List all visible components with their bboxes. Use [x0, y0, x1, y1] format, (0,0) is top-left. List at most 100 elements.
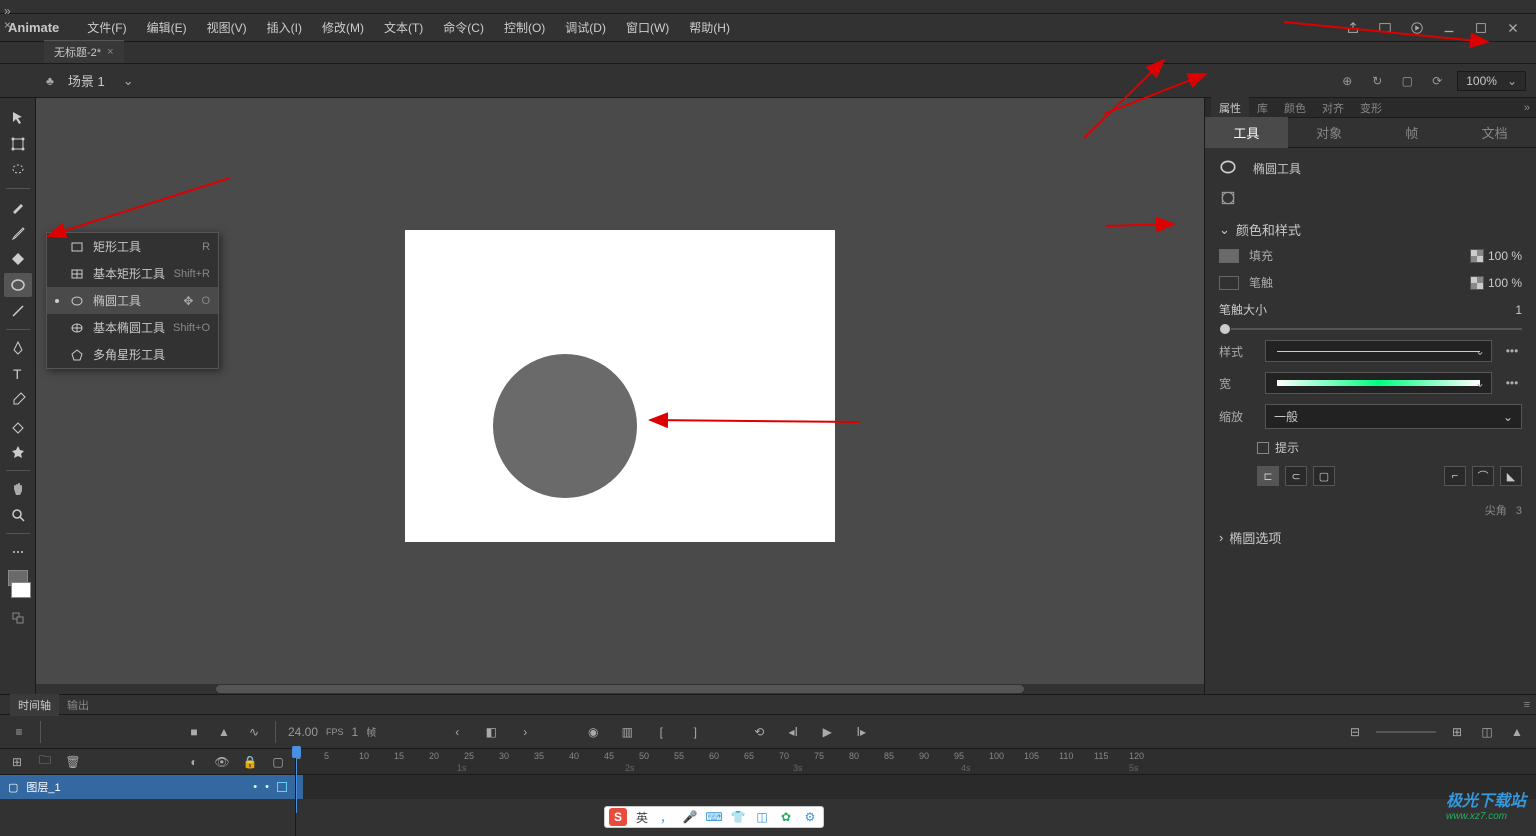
loop-icon[interactable]: ⟲ [750, 723, 768, 741]
stroke-size-value[interactable]: 1 [1515, 303, 1522, 317]
rectangle-tool-option[interactable]: 矩形工具 R [47, 233, 218, 260]
panel-expand-icon[interactable]: » [1524, 102, 1536, 114]
scene-selector[interactable]: 场景 1 ⌄ [68, 71, 134, 90]
primitive-rect-tool-option[interactable]: 基本矩形工具 Shift+R [47, 260, 218, 287]
menu-file[interactable]: 文件(F) [77, 19, 136, 36]
layer-dot-icon[interactable]: • [253, 781, 257, 793]
tab-object[interactable]: 对象 [1288, 117, 1371, 148]
minimize-icon[interactable] [1442, 21, 1456, 35]
close-icon[interactable] [1506, 21, 1520, 35]
zoom-dropdown[interactable]: 100% ⌄ [1457, 71, 1526, 91]
menu-command[interactable]: 命令(C) [433, 19, 494, 36]
align-tab[interactable]: 对齐 [1314, 97, 1352, 119]
color-swatches[interactable] [5, 570, 31, 598]
scale-dropdown[interactable]: 一般 ⌄ [1265, 404, 1522, 429]
fill-alpha-value[interactable]: 100 % [1488, 249, 1522, 263]
width-profile-dropdown[interactable]: ⌄ [1265, 372, 1492, 394]
fit-timeline-icon[interactable]: ◫ [1478, 723, 1496, 741]
tab-document[interactable]: 文档 [1453, 117, 1536, 148]
ime-punct-icon[interactable]: ， [657, 808, 675, 826]
eraser-tool[interactable] [4, 414, 32, 438]
panel-collapse-icon[interactable]: ≡ [1524, 699, 1536, 711]
hand-tool[interactable] [4, 477, 32, 501]
cap-round-button[interactable]: ⊂ [1285, 466, 1307, 486]
join-bevel-button[interactable]: ◣ [1500, 466, 1522, 486]
menu-control[interactable]: 控制(O) [494, 19, 555, 36]
ime-toolbar[interactable]: S 英 ， 🎤 ⌨ 👕 ◫ ✿ ⚙ [604, 806, 824, 828]
zoom-in-timeline-icon[interactable]: ⊞ [1448, 723, 1466, 741]
scene-icon[interactable]: ♣ [46, 74, 54, 88]
stage-area[interactable] [36, 98, 1204, 694]
layer-row[interactable]: ▢ 图层_1 • • [0, 775, 295, 799]
more-options-icon[interactable]: ••• [1502, 376, 1522, 390]
tab-close-icon[interactable]: × [107, 46, 113, 58]
lock-column-icon[interactable]: 🔒 [241, 753, 259, 771]
free-transform-tool[interactable] [4, 132, 32, 156]
onion-skin-icon[interactable]: ◉ [584, 723, 602, 741]
layer-name[interactable]: 图层_1 [26, 779, 60, 795]
new-layer-icon[interactable]: ⊞ [8, 753, 26, 771]
maximize-icon[interactable] [1474, 21, 1488, 35]
menu-help[interactable]: 帮助(H) [679, 19, 740, 36]
stroke-style-dropdown[interactable]: ⌄ [1265, 340, 1492, 362]
pen-tool[interactable] [4, 336, 32, 360]
library-tab[interactable]: 库 [1249, 97, 1276, 119]
corner-value[interactable]: 3 [1516, 505, 1522, 517]
play-preview-icon[interactable] [1410, 21, 1424, 35]
sogou-logo-icon[interactable]: S [609, 808, 627, 826]
timeline-frames[interactable]: 1510152025303540455055606570758085909510… [296, 749, 1536, 836]
join-round-button[interactable]: ⌒ [1472, 466, 1494, 486]
marker-b-icon[interactable]: ] [686, 723, 704, 741]
visibility-column-icon[interactable]: 👁 [213, 753, 231, 771]
ime-mic-icon[interactable]: 🎤 [681, 808, 699, 826]
rotate-view-icon[interactable]: ↻ [1367, 71, 1387, 91]
ime-toolbox-icon[interactable]: ◫ [753, 808, 771, 826]
menu-edit[interactable]: 编辑(E) [137, 19, 197, 36]
text-tool[interactable]: T [4, 362, 32, 386]
cap-square-button[interactable]: ▢ [1313, 466, 1335, 486]
prev-keyframe-icon[interactable]: ‹ [448, 723, 466, 741]
document-tab[interactable]: 无标题-2* × [44, 40, 124, 63]
layer-frames-row[interactable] [296, 775, 1536, 799]
swap-colors-icon[interactable] [4, 606, 32, 630]
more-tools-icon[interactable] [4, 540, 32, 564]
menu-window[interactable]: 窗口(W) [616, 19, 679, 36]
ime-keyboard-icon[interactable]: ⌨ [705, 808, 723, 826]
zoom-out-timeline-icon[interactable]: ⊟ [1346, 723, 1364, 741]
pin-tool[interactable] [4, 440, 32, 464]
highlight-icon[interactable]: ◐ [185, 753, 203, 771]
transform-tab[interactable]: 变形 [1352, 97, 1390, 119]
tab-timeline[interactable]: 时间轴 [10, 694, 59, 716]
more-options-icon[interactable]: ••• [1502, 344, 1522, 358]
cap-butt-button[interactable]: ⊏ [1257, 466, 1279, 486]
object-drawing-icon[interactable] [1219, 189, 1237, 210]
lasso-tool[interactable] [4, 158, 32, 182]
menu-debug[interactable]: 调试(D) [555, 19, 616, 36]
ime-settings-icon[interactable]: ⚙ [801, 808, 819, 826]
tab-tool[interactable]: 工具 [1205, 117, 1288, 148]
tab-output[interactable]: 输出 [59, 694, 97, 716]
clip-icon[interactable]: ▢ [1397, 71, 1417, 91]
timeline-ruler[interactable]: 1510152025303540455055606570758085909510… [296, 749, 1536, 775]
play-icon[interactable]: ▶ [818, 723, 836, 741]
camera-icon[interactable]: ■ [185, 723, 203, 741]
line-tool[interactable] [4, 299, 32, 323]
timeline-zoom-slider[interactable] [1376, 731, 1436, 733]
oval-shape-tool[interactable] [4, 273, 32, 297]
step-back-icon[interactable]: ◂Ⅰ [784, 723, 802, 741]
edit-multi-icon[interactable]: ▥ [618, 723, 636, 741]
horizontal-scrollbar[interactable] [36, 684, 1204, 694]
insert-keyframe-icon[interactable]: ◧ [482, 723, 500, 741]
outline-column-icon[interactable]: ▢ [269, 753, 287, 771]
layer-depth-icon[interactable]: ▲ [215, 723, 233, 741]
fps-value[interactable]: 24.00 [288, 725, 318, 739]
ime-emoji-icon[interactable]: ✿ [777, 808, 795, 826]
ellipse-options-section[interactable]: › 椭圆选项 [1219, 528, 1522, 547]
ime-skin-icon[interactable]: 👕 [729, 808, 747, 826]
pencil-tool[interactable] [4, 221, 32, 245]
stroke-swatch[interactable] [1219, 276, 1239, 290]
menu-text[interactable]: 文本(T) [374, 19, 433, 36]
eyedropper-tool[interactable] [4, 388, 32, 412]
marker-a-icon[interactable]: [ [652, 723, 670, 741]
stroke-color-swatch[interactable] [11, 582, 31, 598]
